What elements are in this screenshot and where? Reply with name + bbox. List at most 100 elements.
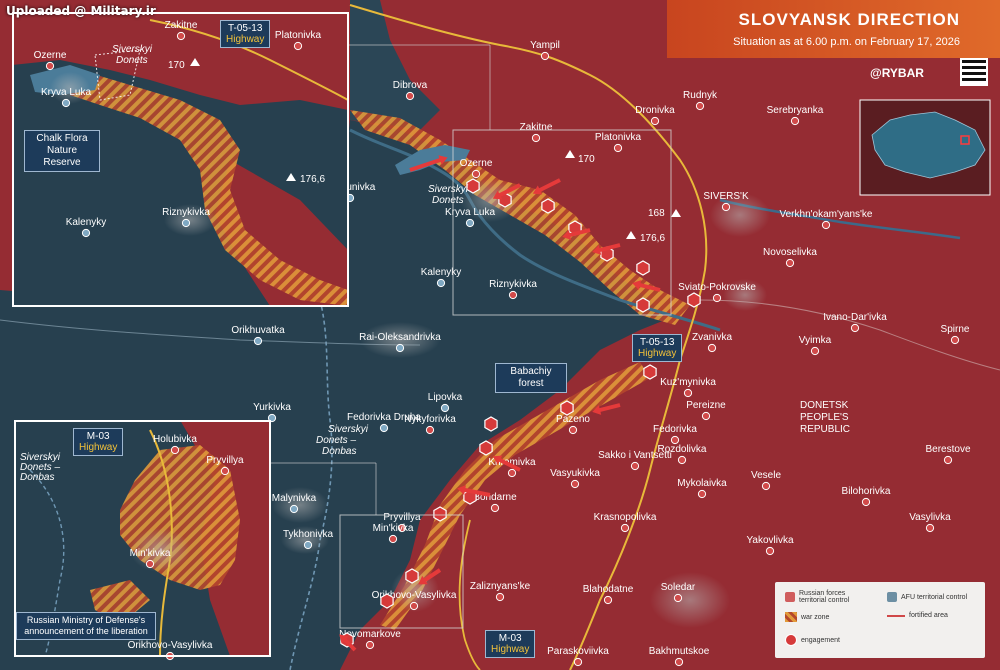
place-label: Krasnopolivka (594, 512, 657, 523)
engagement-icon (405, 568, 419, 584)
place-label: Bakhmutskoe (649, 646, 710, 657)
settlement-marker (388, 534, 398, 544)
engagement-icon (433, 506, 447, 522)
place-label: Min'kivka (373, 523, 414, 534)
place-label: Dibrova (393, 80, 428, 91)
engagement-icon (636, 297, 650, 313)
highway-word: Highway (491, 644, 530, 655)
place-label: Ozerne (460, 158, 493, 169)
place-label: Yampil (530, 40, 560, 51)
settlement-marker (650, 116, 660, 126)
place-label: Vasylivka (909, 512, 951, 523)
place-label: Vesele (751, 470, 781, 481)
settlement-marker (707, 343, 717, 353)
place-label: Malynivka (272, 493, 317, 504)
place-label: Vyimka (799, 335, 832, 346)
canal-label-line2: Donets – (316, 435, 356, 446)
place-label: Zvanivka (692, 332, 732, 343)
elevation-label: 168 (648, 208, 665, 219)
settlement-marker (695, 101, 705, 111)
place-label: Fedorivka (653, 424, 697, 435)
place-label: Rozdolivka (658, 444, 707, 455)
place-label: Tykhonivka (283, 529, 333, 540)
settlement-marker (570, 479, 580, 489)
region-label-line2: PEOPLE'S (800, 412, 849, 423)
legend-label: Russian forces territorial control (799, 590, 850, 604)
settlement-marker (630, 461, 640, 471)
canal-label-line3: Donbas (322, 446, 356, 457)
place-label: Bilohorivka (842, 486, 891, 497)
settlement-marker (440, 403, 450, 413)
header-banner: SLOVYANSK DIRECTION Situation as at 6.00… (667, 0, 1000, 58)
engagement-icon (785, 634, 797, 646)
place-label: Spirne (941, 324, 970, 335)
highway-code: M-03 (498, 633, 522, 644)
engagement-icon (466, 178, 480, 194)
settlement-marker (568, 425, 578, 435)
place-label: Kalenyky (421, 267, 462, 278)
place-label: Novoselivka (763, 247, 817, 258)
place-label: Zaliznyans'ke (470, 581, 531, 592)
settlement-marker (721, 202, 731, 212)
settlement-marker (712, 293, 722, 303)
engagement-icon (541, 198, 555, 214)
place-label: Platonivka (595, 132, 642, 143)
settlement-marker (303, 540, 313, 550)
settlement-marker (289, 504, 299, 514)
place-label: Riznykivka (489, 279, 537, 290)
settlement-marker (395, 343, 405, 353)
legend: Russian forces territorial control AFU t… (775, 582, 985, 658)
settlement-marker (943, 455, 953, 465)
place-label: Yurkivka (253, 402, 291, 413)
settlement-marker (861, 497, 871, 507)
river-label-line1: Siverskyi (428, 184, 469, 195)
place-label: Lipovka (428, 392, 463, 403)
settlement-marker (365, 640, 375, 650)
settlement-marker (507, 468, 517, 478)
settlement-marker (620, 523, 630, 533)
settlement-marker (379, 423, 389, 433)
settlement-marker (531, 133, 541, 143)
place-label: Yakovlivka (746, 535, 793, 546)
place-label: Ivano-Dar'ivka (823, 312, 887, 323)
settlement-marker (785, 258, 795, 268)
settlement-marker (436, 278, 446, 288)
place-label: Orikhuvatka (231, 325, 285, 336)
canal-label-line1: Siverskyi (328, 424, 369, 435)
settlement-marker (425, 425, 435, 435)
engagement-icon (484, 416, 498, 432)
highway-label-t0513-main: T-05-13 Highway (632, 334, 683, 362)
highway-code: T-05-13 (639, 337, 675, 348)
legend-item-engagement: engagement (785, 634, 840, 646)
place-label: Pazeno (556, 414, 590, 425)
place-label: Pereizne (686, 400, 726, 411)
hexagon-icon (887, 592, 897, 602)
legend-label: AFU territorial control (901, 593, 968, 601)
place-label: Verkhn'okam'yans'ke (780, 209, 873, 220)
fortified-line-icon (887, 614, 905, 617)
highway-word: Highway (638, 348, 677, 359)
settlement-marker (765, 546, 775, 556)
place-label: Pryvillya (383, 512, 421, 523)
legend-item-afu: AFU territorial control (887, 592, 967, 602)
region-label-line1: DONETSK (800, 400, 849, 411)
settlement-marker (495, 592, 505, 602)
legend-label: fortified area (909, 612, 948, 619)
settlement-marker (950, 335, 960, 345)
settlement-marker (508, 290, 518, 300)
highway-label-m03-main: M-03 Highway (485, 630, 536, 658)
elevation-label: 176,6 (640, 233, 665, 244)
place-label: Mykolaivka (677, 478, 727, 489)
place-label: Blahodatne (583, 584, 634, 595)
settlement-marker (674, 657, 684, 667)
settlement-marker (701, 411, 711, 421)
place-label: Nykyforivka (404, 414, 456, 425)
settlement-marker (697, 489, 707, 499)
page-title: SLOVYANSK DIRECTION (738, 10, 960, 29)
engagement-icon (636, 260, 650, 276)
settlement-marker (490, 503, 500, 513)
place-label: Berestove (925, 444, 970, 455)
settlement-marker (670, 435, 680, 445)
legend-item-fortified: fortified area (887, 612, 948, 619)
settlement-marker (253, 336, 263, 346)
